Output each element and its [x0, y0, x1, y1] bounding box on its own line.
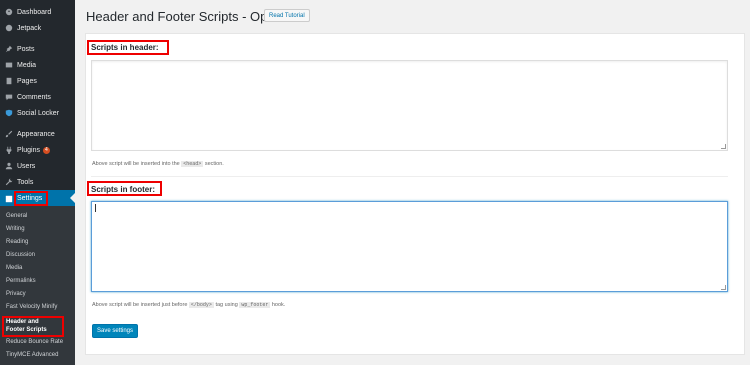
footer-scripts-description: Above script will be inserted just befor… — [92, 302, 285, 308]
pin-icon — [5, 45, 13, 53]
dashboard-icon — [5, 8, 13, 16]
pages-icon — [5, 77, 13, 85]
desc-text: hook. — [271, 302, 286, 308]
resize-handle[interactable] — [721, 285, 726, 290]
submenu-privacy[interactable]: Privacy — [6, 291, 74, 297]
menu-item-pages[interactable]: Pages — [0, 73, 75, 89]
header-scripts-textarea[interactable] — [91, 60, 728, 151]
section-divider — [91, 176, 728, 177]
plug-icon — [5, 146, 13, 154]
menu-item-jetpack[interactable]: Jetpack — [0, 20, 75, 36]
menu-item-dashboard[interactable]: Dashboard — [0, 4, 75, 20]
menu-label: Users — [17, 162, 36, 170]
menu-label: Media — [17, 61, 37, 69]
footer-scripts-textarea[interactable] — [91, 201, 728, 292]
submenu-writing[interactable]: Writing — [6, 226, 74, 232]
menu-item-settings[interactable]: Settings — [0, 190, 75, 207]
submenu-reduce-bounce-rate[interactable]: Reduce Bounce Rate — [6, 339, 74, 345]
menu-label: Pages — [17, 77, 37, 85]
submenu-header-footer-scripts[interactable]: Header and Footer Scripts — [6, 318, 58, 334]
text-cursor — [95, 204, 96, 212]
jetpack-icon — [5, 24, 13, 32]
submenu-permalinks[interactable]: Permalinks — [6, 278, 74, 284]
submenu-reading[interactable]: Reading — [6, 239, 74, 245]
desc-text: Above script will be inserted into the — [92, 161, 180, 167]
menu-label: Posts — [17, 45, 35, 53]
desc-text: tag using — [215, 302, 238, 308]
wrench-icon — [5, 178, 13, 186]
settings-submenu: General Writing Reading Discussion Media… — [0, 206, 75, 365]
header-scripts-description: Above script will be inserted into the <… — [92, 161, 224, 167]
submenu-tinymce-advanced[interactable]: TinyMCE Advanced — [6, 352, 74, 358]
menu-label: Dashboard — [17, 8, 52, 16]
body-tag-code: </body> — [188, 302, 214, 308]
resize-handle[interactable] — [721, 144, 726, 149]
menu-label: Settings — [17, 195, 43, 202]
desc-text: section. — [204, 161, 224, 167]
menu-item-posts[interactable]: Posts — [0, 41, 75, 57]
menu-item-tools[interactable]: Tools — [0, 174, 75, 190]
menu-item-comments[interactable]: Comments — [0, 89, 75, 105]
menu-label: Social Locker — [17, 109, 60, 117]
menu-label: Comments — [17, 93, 51, 101]
menu-label: Appearance — [17, 130, 55, 138]
submenu-fast-velocity-minify[interactable]: Fast Velocity Minify — [6, 304, 74, 310]
paintbrush-icon — [5, 130, 13, 138]
menu-label: Plugins — [17, 146, 40, 154]
active-menu-arrow — [70, 193, 75, 203]
menu-item-appearance[interactable]: Appearance — [0, 126, 75, 142]
desc-text: Above script will be inserted just befor… — [92, 302, 188, 308]
menu-label: Tools — [17, 178, 34, 186]
header-scripts-label: Scripts in header: — [91, 43, 159, 52]
menu-item-users[interactable]: Users — [0, 158, 75, 174]
footer-scripts-label: Scripts in footer: — [91, 185, 156, 194]
update-count-badge: 4 — [42, 146, 50, 154]
user-icon — [5, 162, 13, 170]
settings-icon — [5, 195, 13, 203]
comment-icon — [5, 93, 13, 101]
head-tag-code: <head> — [181, 161, 204, 167]
wp-footer-code: wp_footer — [239, 302, 271, 308]
submenu-discussion[interactable]: Discussion — [6, 252, 74, 258]
submenu-media[interactable]: Media — [6, 265, 74, 271]
read-tutorial-button[interactable]: Read Tutorial — [264, 9, 310, 22]
menu-item-plugins[interactable]: Plugins 4 — [0, 142, 75, 158]
menu-item-media[interactable]: Media — [0, 57, 75, 73]
submenu-general[interactable]: General — [6, 213, 74, 219]
save-settings-button[interactable]: Save settings — [92, 324, 138, 338]
admin-sidebar: Dashboard Jetpack Posts Media Pages Comm… — [0, 0, 75, 365]
shield-icon — [5, 109, 13, 117]
media-icon — [5, 61, 13, 69]
menu-label: Jetpack — [17, 24, 42, 32]
menu-item-social-locker[interactable]: Social Locker — [0, 105, 75, 121]
